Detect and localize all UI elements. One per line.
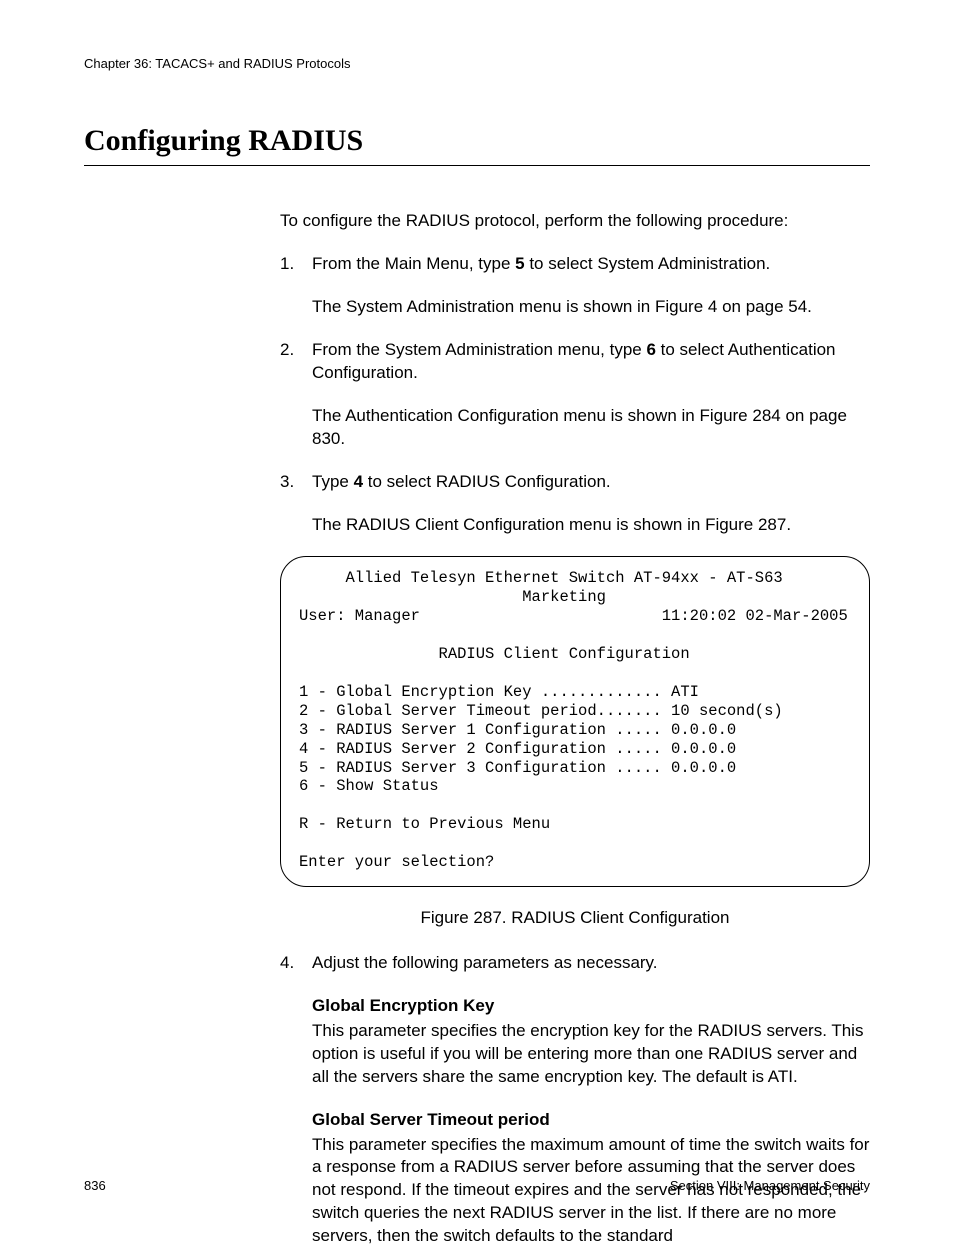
terminal-output-box: Allied Telesyn Ethernet Switch AT-94xx -… xyxy=(280,556,870,887)
step-number: 4. xyxy=(280,952,294,975)
step-text: Adjust the following parameters as neces… xyxy=(312,953,658,972)
step-key: 6 xyxy=(646,340,655,359)
step-number: 3. xyxy=(280,471,294,494)
page-footer: 836 Section VIII: Management Security xyxy=(84,1177,870,1195)
step-subtext: The RADIUS Client Configuration menu is … xyxy=(312,514,870,537)
step-text-pre: From the System Administration menu, typ… xyxy=(312,340,646,359)
param-global-encryption-key: Global Encryption Key This parameter spe… xyxy=(312,995,870,1089)
step-number: 1. xyxy=(280,253,294,276)
step-text-pre: Type xyxy=(312,472,354,491)
title-rule xyxy=(84,165,870,166)
step-text-post: to select System Administration. xyxy=(525,254,771,273)
param-desc: This parameter specifies the encryption … xyxy=(312,1021,863,1086)
step-1: 1. From the Main Menu, type 5 to select … xyxy=(280,253,870,319)
step-2: 2. From the System Administration menu, … xyxy=(280,339,870,451)
intro-text: To configure the RADIUS protocol, perfor… xyxy=(280,210,870,233)
footer-section: Section VIII: Management Security xyxy=(670,1177,870,1195)
param-label: Global Encryption Key xyxy=(312,995,870,1018)
step-number: 2. xyxy=(280,339,294,362)
content-area: To configure the RADIUS protocol, perfor… xyxy=(280,210,870,1248)
step-key: 5 xyxy=(515,254,524,273)
page-number: 836 xyxy=(84,1177,106,1195)
step-text-post: to select RADIUS Configuration. xyxy=(363,472,611,491)
step-key: 4 xyxy=(354,472,363,491)
chapter-header: Chapter 36: TACACS+ and RADIUS Protocols xyxy=(84,55,870,73)
step-subtext: The System Administration menu is shown … xyxy=(312,296,870,319)
step-text-pre: From the Main Menu, type xyxy=(312,254,515,273)
terminal-output: Allied Telesyn Ethernet Switch AT-94xx -… xyxy=(285,569,865,872)
step-3: 3. Type 4 to select RADIUS Configuration… xyxy=(280,471,870,537)
step-subtext: The Authentication Configuration menu is… xyxy=(312,405,870,451)
param-label: Global Server Timeout period xyxy=(312,1109,870,1132)
step-4: 4. Adjust the following parameters as ne… xyxy=(280,952,870,975)
figure-caption: Figure 287. RADIUS Client Configuration xyxy=(280,907,870,930)
page-title: Configuring RADIUS xyxy=(84,121,870,162)
